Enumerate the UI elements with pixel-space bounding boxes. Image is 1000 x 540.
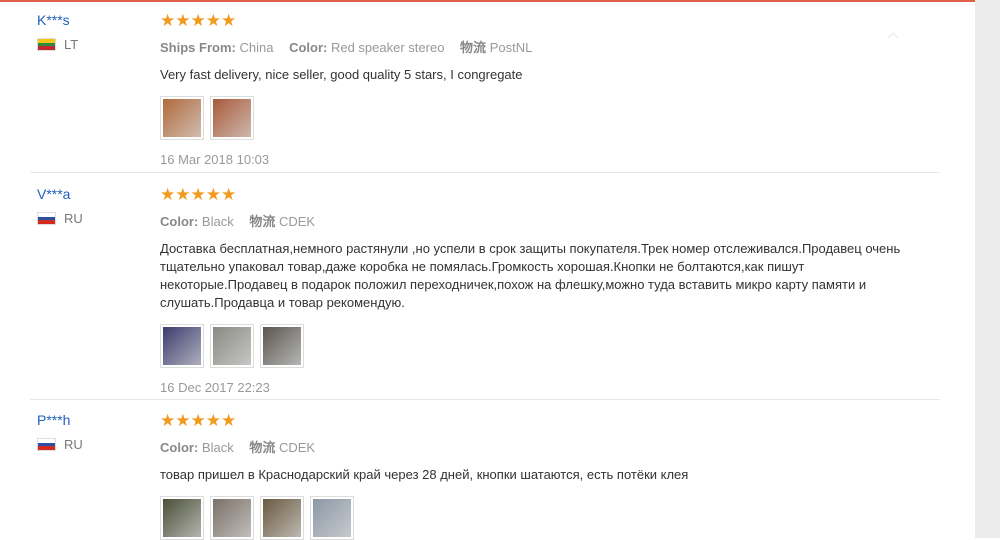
photo-thumbnail[interactable] [210,324,254,368]
feedback-icon[interactable] [886,30,900,40]
flag-icon [37,438,56,451]
flag-icon [37,38,56,51]
review-date: 16 Mar 2018 10:03 [160,152,270,167]
meta-value: Red speaker stereo [330,40,445,55]
photo-thumbnail[interactable] [160,324,204,368]
reviewer-info: P***h RU [37,412,83,452]
review-divider [30,399,940,400]
reviewer-name[interactable]: V***a [37,186,83,202]
photo-thumbnail[interactable] [160,496,204,540]
reviews-list: K***s LT ★★★★★ Ships From: China Color: … [0,2,975,540]
star-rating: ★★★★★ [160,11,237,30]
review-photos [160,496,940,540]
reviewer-name[interactable]: P***h [37,412,83,428]
meta-value: PostNL [489,40,533,55]
review-text: товар пришел в Краснодарский край через … [160,467,689,482]
reviewer-info: K***s LT [37,12,78,52]
reviewer-country: RU [37,437,83,452]
country-code: RU [64,211,83,226]
star-rating: ★★★★★ [160,411,237,430]
review-date: 16 Dec 2017 22:23 [160,380,270,395]
review-meta: Color: Black 物流 CDEK [160,211,940,230]
meta-value: Black [201,440,234,455]
review-content: ★★★★★ Ships From: China Color: Red speak… [160,12,940,167]
photo-thumbnail[interactable] [260,496,304,540]
flag-icon [37,212,56,225]
review-divider [30,172,940,173]
photo-thumbnail[interactable] [260,324,304,368]
photo-thumbnail[interactable] [210,496,254,540]
meta-key: Color: [160,440,199,455]
review-photos [160,324,940,368]
meta-key: Color: [160,214,199,229]
country-code: LT [64,37,79,52]
star-rating: ★★★★★ [160,185,237,204]
meta-value: CDEK [278,214,316,229]
review-content: ★★★★★ Color: Black 物流 CDEK Доставка бесп… [160,186,940,395]
reviewer-name[interactable]: K***s [37,12,78,28]
meta-value: CDEK [278,440,316,455]
review-meta: Color: Black 物流 CDEK [160,437,940,456]
reviewer-country: LT [37,37,78,52]
review-photos [160,96,940,140]
meta-key: 物流 [249,440,276,455]
photo-thumbnail[interactable] [310,496,354,540]
review-text: Доставка бесплатная,немного растянули ,н… [160,241,901,310]
photo-thumbnail[interactable] [210,96,254,140]
meta-key: 物流 [249,214,276,229]
meta-key: Ships From: [160,40,236,55]
photo-thumbnail[interactable] [160,96,204,140]
meta-key: Color: [289,40,328,55]
meta-key: 物流 [460,40,487,55]
reviewer-country: RU [37,211,83,226]
review-content: ★★★★★ Color: Black 物流 CDEK товар пришел … [160,412,940,540]
review-meta: Ships From: China Color: Red speaker ste… [160,37,940,56]
review-text: Very fast delivery, nice seller, good qu… [160,67,523,82]
right-scroll-gutter [975,0,1000,538]
reviewer-info: V***a RU [37,186,83,226]
meta-value: China [239,40,274,55]
meta-value: Black [201,214,234,229]
country-code: RU [64,437,83,452]
